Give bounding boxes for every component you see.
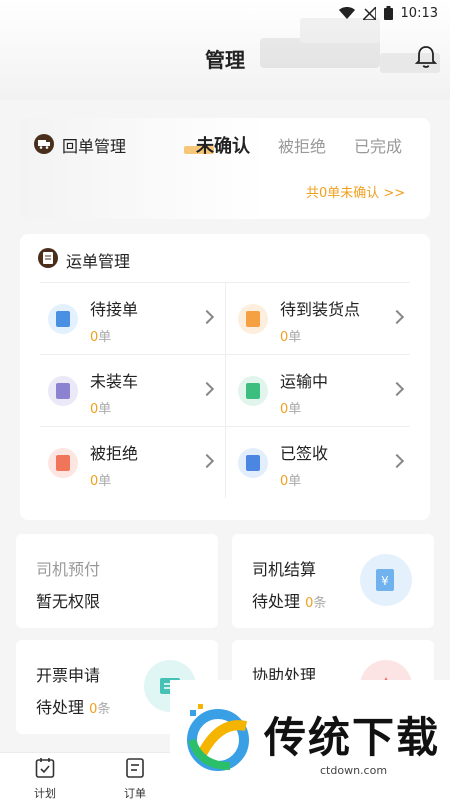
driver-settlement-status: 待处理 0条	[252, 592, 327, 611]
waybill-item-label: 待接单	[90, 300, 139, 319]
chevron-right-icon	[389, 453, 405, 469]
watermark: 传统下载 ctdown.com	[170, 680, 450, 800]
driver-prepay-status: 暂无权限	[36, 592, 101, 611]
waybill-management-card: 运单管理 待接单 0单 待到装货点 0单 未装车 0单 运输中 0单 被拒绝 0…	[20, 234, 430, 520]
waybill-item-label: 运输中	[280, 372, 329, 391]
waybill-item-signed[interactable]: 已签收 0单	[230, 428, 410, 500]
waybill-item-label: 已签收	[280, 444, 329, 463]
document-icon	[38, 248, 58, 268]
nav-item-order[interactable]: 订单	[110, 757, 160, 800]
svg-text:¥: ¥	[381, 574, 389, 588]
driver-settlement-title: 司机结算	[252, 560, 317, 579]
waybill-item-count: 0单	[90, 402, 112, 417]
waybill-item-count: 0单	[90, 330, 112, 345]
waybill-item-in-transit[interactable]: 运输中 0单	[230, 356, 410, 428]
truck-icon	[238, 376, 268, 406]
checked-icon	[238, 448, 268, 478]
box-icon	[48, 376, 78, 406]
battery-icon	[383, 6, 393, 20]
receipt-management-card: 回单管理 未确认 被拒绝 已完成 共0单未确认 >>	[20, 118, 430, 219]
status-time: 10:13	[400, 5, 438, 21]
page-title: 管理	[205, 48, 245, 72]
notification-bell-icon[interactable]	[414, 44, 438, 70]
no-signal-icon	[362, 6, 376, 20]
order-icon	[126, 758, 144, 778]
status-bar: 10:13	[0, 0, 450, 26]
waybill-item-rejected[interactable]: 被拒绝 0单	[40, 428, 220, 500]
waybill-item-pending-arrival[interactable]: 待到装货点 0单	[230, 284, 410, 356]
yuan-document-icon: ¥	[360, 554, 412, 606]
watermark-url: ctdown.com	[320, 764, 388, 777]
invoice-request-status: 待处理 0条	[36, 698, 111, 717]
waybill-item-count: 0单	[280, 474, 302, 489]
nav-item-plan[interactable]: 计划	[20, 757, 70, 800]
location-clipboard-icon	[238, 304, 268, 334]
nav-label-plan: 计划	[34, 787, 56, 800]
driver-settlement-card[interactable]: 司机结算 待处理 0条 ¥	[232, 534, 434, 628]
waybill-item-label: 未装车	[90, 372, 139, 391]
waybill-item-label: 被拒绝	[90, 444, 139, 463]
chevron-right-icon	[199, 453, 215, 469]
receipt-management-title: 回单管理	[62, 137, 127, 156]
wifi-icon	[338, 6, 355, 19]
truck-icon	[34, 134, 54, 154]
clipboard-icon	[48, 304, 78, 334]
tab-completed[interactable]: 已完成	[354, 133, 402, 157]
chevron-right-icon	[389, 381, 405, 397]
waybill-item-label: 待到装货点	[280, 300, 361, 319]
calendar-check-icon	[35, 758, 55, 778]
watermark-logo-icon	[187, 704, 249, 771]
tab-rejected[interactable]: 被拒绝	[278, 133, 326, 157]
chevron-right-icon	[199, 381, 215, 397]
waybill-item-not-loaded[interactable]: 未装车 0单	[40, 356, 220, 428]
invoice-request-title: 开票申请	[36, 666, 101, 685]
waybill-item-count: 0单	[280, 402, 302, 417]
divider	[225, 282, 226, 498]
chevron-right-icon	[199, 309, 215, 325]
waybill-item-count: 0单	[90, 474, 112, 489]
chevron-right-icon	[389, 309, 405, 325]
waybill-item-pending-accept[interactable]: 待接单 0单	[40, 284, 220, 356]
driver-prepay-title: 司机预付	[36, 560, 101, 579]
driver-prepay-card[interactable]: 司机预付 暂无权限	[16, 534, 218, 628]
unconfirmed-summary-link[interactable]: 共0单未确认 >>	[306, 182, 405, 201]
nav-label-order: 订单	[124, 787, 146, 800]
watermark-text: 传统下载	[264, 713, 441, 762]
tab-unconfirmed[interactable]: 未确认	[196, 132, 250, 158]
waybill-item-count: 0单	[280, 330, 302, 345]
reject-icon	[48, 448, 78, 478]
waybill-management-title: 运单管理	[66, 252, 131, 271]
